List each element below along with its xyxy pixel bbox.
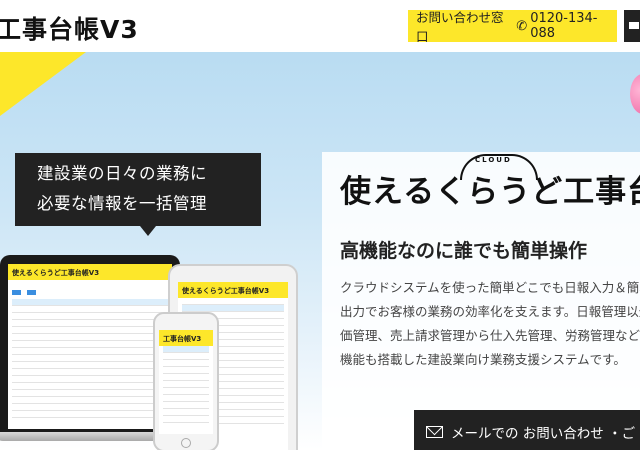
- phone-row: [163, 367, 209, 374]
- phone-row: [163, 416, 209, 423]
- laptop-table-row: [12, 404, 168, 411]
- tablet-row: [182, 298, 284, 305]
- site-header: 工事台帳V3 お問い合わせ窓口 ✆ 0120-134-088: [0, 0, 640, 52]
- callout-line-1: 建設業の日々の業務に: [37, 164, 207, 183]
- laptop-table-row: [12, 348, 168, 355]
- laptop-table-row: [12, 369, 168, 376]
- phone-row: [163, 353, 209, 360]
- description-line: 機能も搭載した建設業向け業務支援システムです。: [340, 352, 626, 367]
- mail-button-label: メールでの お問い合わせ ・ご: [451, 426, 636, 442]
- laptop-table-row: [12, 320, 168, 327]
- laptop-table-row: [12, 355, 168, 362]
- mail-icon: [629, 22, 639, 29]
- description-line: クラウドシステムを使った簡単どこでも日報入力＆簡単: [340, 280, 640, 295]
- phone-row: [163, 374, 209, 381]
- laptop-table-row: [12, 376, 168, 383]
- tablet-app-title: 使えるくらうど工事台帳V3: [178, 282, 288, 298]
- laptop-table-row: [12, 411, 168, 418]
- description-line: 出力でお客様の業務の効率化を支えます。日報管理以外: [340, 304, 640, 319]
- phone-row: [163, 409, 209, 416]
- laptop-table-row: [12, 383, 168, 390]
- laptop-table-header: [12, 299, 168, 306]
- catch-copy: 高機能なのに誰でも簡単操作: [340, 240, 588, 262]
- laptop-table-row: [12, 306, 168, 313]
- laptop-table-row: [12, 390, 168, 397]
- hero-description: クラウドシステムを使った簡単どこでも日報入力＆簡単 出力でお客様の業務の効率化を…: [340, 276, 640, 372]
- tablet-row: [182, 305, 284, 312]
- laptop-mini-button: [27, 290, 36, 295]
- laptop-screen: 使えるくらうど工事台帳V3: [8, 264, 172, 429]
- phone-mockup: 工事台帳V3: [153, 312, 219, 450]
- laptop-table-row: [12, 327, 168, 334]
- phone-row: [163, 395, 209, 402]
- laptop-table-row: [12, 313, 168, 320]
- brand-cloud-tag: CLOUD: [475, 156, 512, 164]
- phone-row: [163, 381, 209, 388]
- callout-line-2: 必要な情報を一括管理: [37, 194, 207, 213]
- brand-title: 使えるくらうど工事台: [340, 174, 640, 210]
- laptop-table-row: [12, 334, 168, 341]
- site-logo[interactable]: 工事台帳V3: [0, 10, 139, 46]
- phone-row: [163, 360, 209, 367]
- mail-inquiry-button[interactable]: メールでの お問い合わせ ・ご: [414, 410, 640, 450]
- phone-icon: ✆: [516, 18, 528, 34]
- hero-section: 建設業の日々の業務に 必要な情報を一括管理 使えるくらうど工事台帳V3 使えるく…: [0, 52, 640, 450]
- mail-header-button[interactable]: [624, 10, 640, 42]
- phone-number[interactable]: 0120-134-088: [530, 11, 617, 41]
- hero-callout: 建設業の日々の業務に 必要な情報を一括管理: [15, 153, 261, 236]
- laptop-app-title: 使えるくらうど工事台帳V3: [8, 264, 172, 280]
- phone-screen: 工事台帳V3: [159, 330, 213, 434]
- laptop-table-row: [12, 341, 168, 348]
- contact-phone-box[interactable]: お問い合わせ窓口 ✆ 0120-134-088: [408, 10, 617, 44]
- home-button-icon: [181, 438, 191, 448]
- envelope-icon: [426, 426, 443, 438]
- phone-row: [163, 346, 209, 353]
- hero-info-panel: CLOUD 使えるくらうど工事台 高機能なのに誰でも簡単操作 クラウドシステムを…: [322, 152, 640, 450]
- laptop-mini-button: [12, 290, 21, 295]
- description-line: 価管理、売上請求管理から仕入先管理、労務管理などに: [340, 328, 640, 343]
- laptop-table-row: [12, 362, 168, 369]
- laptop-table-row: [12, 397, 168, 404]
- contact-label: お問い合わせ窓口: [416, 10, 504, 44]
- decorative-balloon: [630, 74, 640, 114]
- decorative-yellow-triangle: [0, 52, 86, 116]
- phone-row: [163, 388, 209, 395]
- phone-app-title: 工事台帳V3: [159, 330, 213, 346]
- phone-row: [163, 402, 209, 409]
